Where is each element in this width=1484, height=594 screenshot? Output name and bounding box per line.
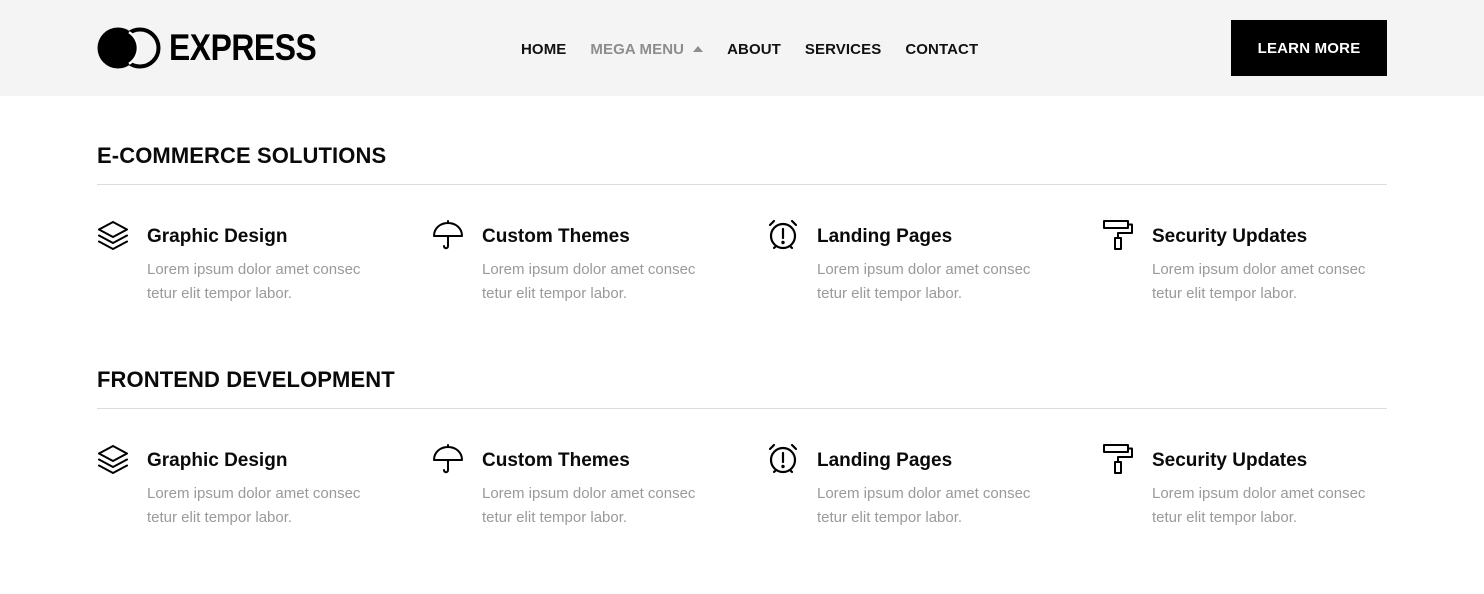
menu-card-graphic-design[interactable]: Graphic Design Lorem ipsum dolor amet co…: [97, 219, 397, 309]
card-description-line: Lorem ipsum dolor amet consec: [1152, 261, 1366, 278]
card-description-line: Lorem ipsum dolor amet consec: [482, 261, 696, 278]
layers-icon: [97, 219, 129, 251]
layers-icon: [97, 443, 129, 475]
card-description: Lorem ipsum dolor amet consec tetur elit…: [482, 482, 722, 530]
card-title: Security Updates: [1152, 450, 1308, 471]
logo-text: EXPRESS: [169, 27, 317, 68]
card-title: Graphic Design: [147, 450, 288, 471]
nav-about[interactable]: ABOUT: [727, 41, 781, 58]
nav-home[interactable]: HOME: [521, 41, 566, 58]
card-title: Landing Pages: [817, 226, 953, 247]
caret-up-icon: [693, 46, 704, 52]
card-description: Lorem ipsum dolor amet consec tetur elit…: [1152, 482, 1392, 530]
mega-menu-section: FRONTEND DEVELOPMENT Graphic Design Lore…: [97, 367, 1387, 526]
card-description: Lorem ipsum dolor amet consec tetur elit…: [147, 258, 387, 306]
umbrella-icon: [432, 443, 464, 475]
card-description-line: tetur elit tempor labor.: [147, 509, 293, 526]
card-title: Custom Themes: [482, 226, 630, 247]
learn-more-button[interactable]: LEARN MORE: [1231, 20, 1387, 76]
menu-card-custom-themes[interactable]: Custom Themes Lorem ipsum dolor amet con…: [432, 219, 732, 309]
card-description-line: tetur elit tempor labor.: [817, 509, 963, 526]
menu-card-security-updates[interactable]: Security Updates Lorem ipsum dolor amet …: [1102, 219, 1402, 309]
section-title: E-COMMERCE SOLUTIONS: [97, 143, 387, 168]
menu-card-landing-pages[interactable]: Landing Pages Lorem ipsum dolor amet con…: [767, 443, 1067, 533]
paint-roller-icon: [1102, 219, 1134, 251]
nav-services[interactable]: SERVICES: [805, 41, 881, 58]
card-description: Lorem ipsum dolor amet consec tetur elit…: [482, 258, 722, 306]
main-nav: HOME MEGA MENU ABOUT SERVICES CONTACT: [521, 38, 978, 60]
menu-card-landing-pages[interactable]: Landing Pages Lorem ipsum dolor amet con…: [767, 219, 1067, 309]
nav-contact[interactable]: CONTACT: [905, 41, 978, 58]
section-items: Graphic Design Lorem ipsum dolor amet co…: [97, 443, 1387, 533]
logo[interactable]: EXPRESS: [97, 27, 340, 69]
card-title: Custom Themes: [482, 450, 630, 471]
paint-roller-icon: [1102, 443, 1134, 475]
card-description-line: tetur elit tempor labor.: [147, 285, 293, 302]
card-title: Graphic Design: [147, 226, 288, 247]
section-title: FRONTEND DEVELOPMENT: [97, 367, 395, 392]
nav-mega-menu-label: MEGA MENU: [590, 40, 685, 58]
card-description-line: tetur elit tempor labor.: [1152, 285, 1298, 302]
card-description-line: Lorem ipsum dolor amet consec: [482, 485, 696, 502]
card-description-line: tetur elit tempor labor.: [482, 285, 628, 302]
card-description: Lorem ipsum dolor amet consec tetur elit…: [817, 482, 1057, 530]
card-description-line: Lorem ipsum dolor amet consec: [817, 485, 1031, 502]
mega-menu-section: E-COMMERCE SOLUTIONS Graphic Design Lore…: [97, 143, 1387, 302]
logo-mark-icon: [97, 27, 161, 69]
nav-mega-menu[interactable]: MEGA MENU: [590, 40, 704, 58]
card-description-line: Lorem ipsum dolor amet consec: [817, 261, 1031, 278]
umbrella-icon: [432, 219, 464, 251]
card-title: Landing Pages: [817, 450, 953, 471]
card-description-line: tetur elit tempor labor.: [817, 285, 963, 302]
card-title: Security Updates: [1152, 226, 1308, 247]
section-divider: [97, 184, 1387, 185]
card-description-line: tetur elit tempor labor.: [482, 509, 628, 526]
alarm-clock-icon: [767, 219, 799, 251]
card-description-line: Lorem ipsum dolor amet consec: [147, 261, 361, 278]
card-description-line: tetur elit tempor labor.: [1152, 509, 1298, 526]
section-divider: [97, 408, 1387, 409]
card-description: Lorem ipsum dolor amet consec tetur elit…: [1152, 258, 1392, 306]
menu-card-custom-themes[interactable]: Custom Themes Lorem ipsum dolor amet con…: [432, 443, 732, 533]
menu-card-graphic-design[interactable]: Graphic Design Lorem ipsum dolor amet co…: [97, 443, 397, 533]
section-items: Graphic Design Lorem ipsum dolor amet co…: [97, 219, 1387, 309]
menu-card-security-updates[interactable]: Security Updates Lorem ipsum dolor amet …: [1102, 443, 1402, 533]
site-header: EXPRESS HOME MEGA MENU ABOUT SERVICES CO…: [0, 0, 1484, 96]
card-description: Lorem ipsum dolor amet consec tetur elit…: [147, 482, 387, 530]
card-description: Lorem ipsum dolor amet consec tetur elit…: [817, 258, 1057, 306]
alarm-clock-icon: [767, 443, 799, 475]
card-description-line: Lorem ipsum dolor amet consec: [1152, 485, 1366, 502]
card-description-line: Lorem ipsum dolor amet consec: [147, 485, 361, 502]
